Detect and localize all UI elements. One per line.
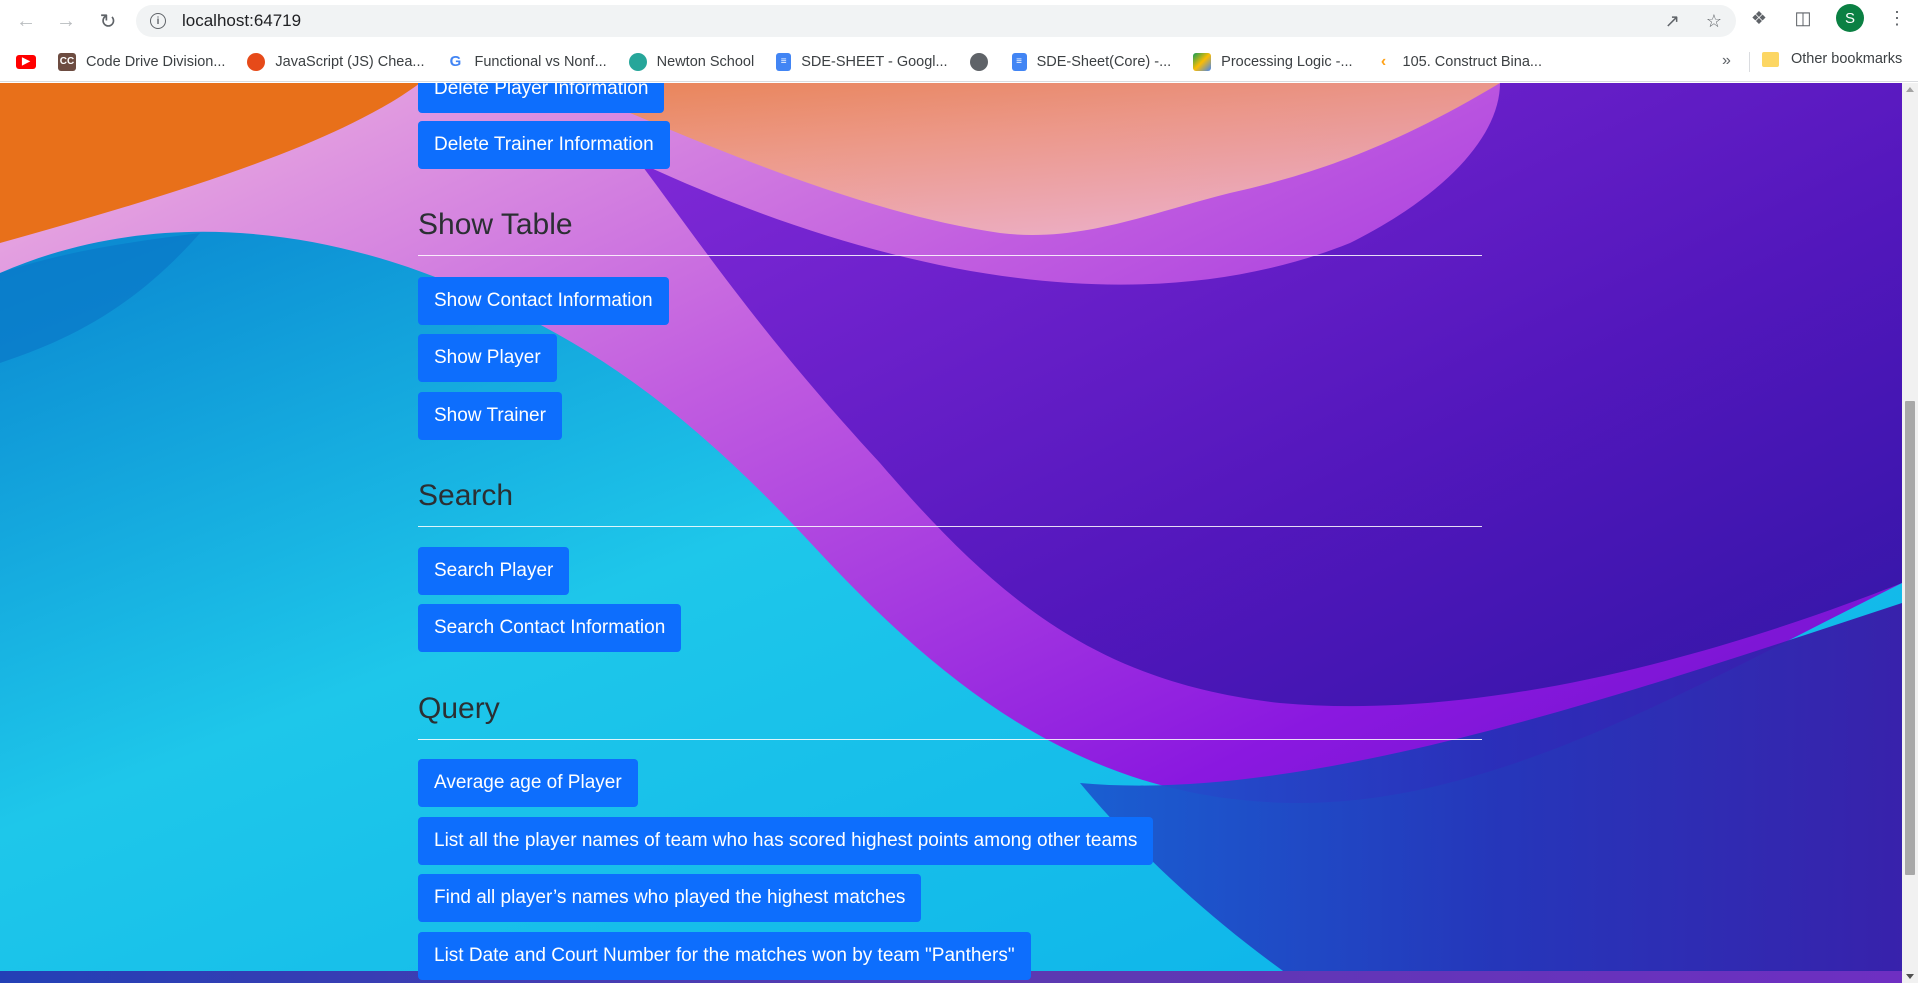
bookmark-youtube[interactable]: ▶ bbox=[16, 54, 44, 69]
bookmark-star-icon[interactable]: ☆ bbox=[1706, 11, 1722, 32]
globe-icon bbox=[969, 52, 988, 71]
url-text[interactable]: localhost:64719 bbox=[182, 11, 301, 31]
bookmark-functional[interactable]: G Functional vs Nonf... bbox=[446, 52, 607, 71]
bookmarks-bar: ▶ CC Code Drive Division... JavaScript (… bbox=[0, 42, 1918, 82]
cc-icon: CC bbox=[58, 52, 76, 71]
show-contact-button[interactable]: Show Contact Information bbox=[418, 277, 669, 325]
bookmark-processing-logic[interactable]: Processing Logic -... bbox=[1193, 52, 1353, 71]
newton-icon bbox=[628, 52, 647, 71]
docs-icon: ≡ bbox=[776, 52, 792, 71]
menu-kebab-icon[interactable]: ⋮ bbox=[1886, 7, 1908, 29]
docs-icon: ≡ bbox=[1011, 52, 1027, 71]
bookmarks-divider bbox=[1749, 52, 1750, 72]
more-bookmarks-chevron-icon[interactable]: » bbox=[1722, 52, 1731, 70]
delete-trainer-button[interactable]: Delete Trainer Information bbox=[418, 121, 670, 169]
bookmark-label: JavaScript (JS) Chea... bbox=[275, 53, 425, 70]
delete-player-button[interactable]: Delete Player Information bbox=[418, 83, 665, 113]
bookmark-label: SDE-SHEET - Googl... bbox=[801, 53, 948, 70]
search-heading: Search bbox=[418, 479, 514, 512]
folder-icon bbox=[1762, 51, 1779, 67]
site-info-icon[interactable]: i bbox=[150, 13, 166, 29]
address-bar[interactable]: i localhost:64719 ↗ ☆ bbox=[136, 5, 1736, 37]
other-bookmarks-folder[interactable]: Other bookmarks bbox=[1762, 51, 1902, 67]
bookmark-globe[interactable] bbox=[969, 52, 998, 71]
bookmark-label: Newton School bbox=[656, 53, 755, 70]
search-player-button[interactable]: Search Player bbox=[418, 547, 570, 595]
browser-toolbar: ← → ↻ i localhost:64719 ↗ ☆ ❖ ◫ S ⋮ bbox=[0, 0, 1918, 42]
page-viewport: Delete Player Information Delete Trainer… bbox=[0, 83, 1902, 983]
bookmark-label: Functional vs Nonf... bbox=[474, 53, 607, 70]
section-divider bbox=[418, 739, 1482, 740]
reload-icon[interactable]: ↻ bbox=[88, 1, 128, 41]
section-divider bbox=[418, 255, 1482, 256]
extensions-icon[interactable]: ❖ bbox=[1748, 7, 1770, 29]
profile-avatar[interactable]: S bbox=[1836, 4, 1864, 32]
bookmark-label: Code Drive Division... bbox=[86, 53, 226, 70]
google-icon: G bbox=[446, 52, 465, 71]
average-age-button[interactable]: Average age of Player bbox=[418, 759, 638, 807]
bookmark-label: SDE-Sheet(Core) -... bbox=[1036, 53, 1172, 70]
panthers-matches-button[interactable]: List Date and Court Number for the match… bbox=[418, 932, 1031, 980]
highest-matches-button[interactable]: Find all player’s names who played the h… bbox=[418, 874, 922, 922]
page-scrollbar[interactable] bbox=[1902, 83, 1918, 983]
search-contact-button[interactable]: Search Contact Information bbox=[418, 604, 682, 652]
bookmark-js-cheatsheet[interactable]: JavaScript (JS) Chea... bbox=[247, 52, 425, 71]
scroll-down-arrow-icon[interactable] bbox=[1906, 974, 1914, 979]
bookmark-newton-school[interactable]: Newton School bbox=[628, 52, 755, 71]
show-table-heading: Show Table bbox=[418, 208, 573, 241]
scroll-up-arrow-icon[interactable] bbox=[1906, 87, 1914, 92]
bookmark-sde-sheet[interactable]: ≡ SDE-SHEET - Googl... bbox=[776, 52, 948, 71]
bookmark-sde-sheet-core[interactable]: ≡ SDE-Sheet(Core) -... bbox=[1011, 52, 1172, 71]
forward-arrow-icon[interactable]: → bbox=[46, 1, 86, 41]
query-heading: Query bbox=[418, 692, 500, 725]
bookmark-label: Processing Logic -... bbox=[1221, 53, 1353, 70]
leetcode-icon: ‹ bbox=[1374, 52, 1393, 71]
highest-points-team-button[interactable]: List all the player names of team who ha… bbox=[418, 817, 1154, 865]
bookmark-leetcode[interactable]: ‹ 105. Construct Bina... bbox=[1374, 52, 1542, 71]
show-trainer-button[interactable]: Show Trainer bbox=[418, 392, 562, 440]
bookmark-label: 105. Construct Bina... bbox=[1402, 53, 1542, 70]
youtube-icon: ▶ bbox=[16, 54, 36, 69]
show-player-button[interactable]: Show Player bbox=[418, 334, 557, 382]
back-arrow-icon[interactable]: ← bbox=[6, 1, 46, 41]
scrollbar-thumb[interactable] bbox=[1905, 401, 1915, 875]
other-bookmarks-label: Other bookmarks bbox=[1791, 51, 1903, 67]
bookmark-code-drive[interactable]: CC Code Drive Division... bbox=[58, 52, 226, 71]
side-panel-icon[interactable]: ◫ bbox=[1792, 7, 1814, 29]
section-divider bbox=[418, 526, 1482, 527]
drive-icon bbox=[1193, 52, 1212, 71]
share-icon[interactable]: ↗ bbox=[1665, 11, 1680, 32]
js-cheatsheet-icon bbox=[247, 52, 266, 71]
